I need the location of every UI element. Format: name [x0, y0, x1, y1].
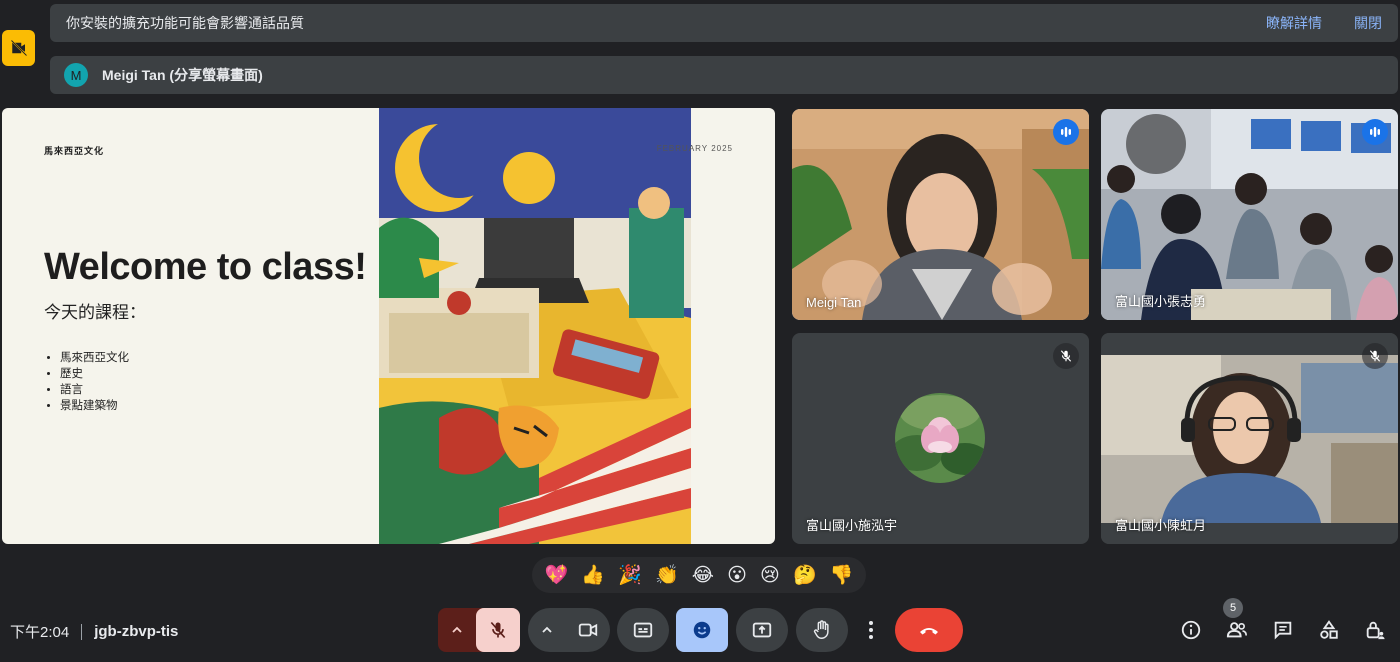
- banner-message: 你安裝的擴充功能可能會影響通話品質: [66, 15, 304, 31]
- host-controls-button[interactable]: [1358, 612, 1392, 648]
- slide-title: Welcome to class!: [44, 246, 367, 288]
- camera-toggle-button[interactable]: [566, 608, 610, 652]
- leave-call-button[interactable]: [895, 608, 963, 652]
- slide-subtitle: 今天的課程：: [44, 303, 146, 322]
- shared-screen: 馬來西亞文化 FEBRUARY 2025 Welcome to class! 今…: [2, 108, 775, 544]
- participant-video: [1101, 109, 1398, 320]
- list-item: 馬來西亞文化: [60, 350, 129, 366]
- participant-count-badge: 5: [1223, 598, 1243, 618]
- lock-person-icon: [1366, 621, 1385, 640]
- reaction-laugh[interactable]: 😂: [692, 564, 714, 587]
- mic-muted-indicator: [1362, 343, 1388, 369]
- reaction-thumbs-down[interactable]: 👎: [830, 563, 854, 587]
- video-camera-icon: [578, 623, 598, 637]
- audio-options-button[interactable]: [438, 608, 476, 652]
- list-item: 景點建築物: [60, 398, 129, 414]
- chevron-up-icon: [452, 626, 462, 633]
- chevron-up-icon: [542, 626, 552, 633]
- current-time: 下午2:04: [10, 624, 70, 641]
- participant-tile[interactable]: 富山國小陳虹月: [1101, 333, 1398, 544]
- list-item: 語言: [60, 382, 129, 398]
- reaction-thinking[interactable]: 🤔: [793, 563, 817, 587]
- present-screen-button[interactable]: [736, 608, 788, 652]
- presenter-label: Meigi Tan (分享螢幕畫面): [102, 67, 263, 83]
- camera-control: [528, 608, 610, 652]
- participant-tile[interactable]: 富山國小張志勇: [1101, 109, 1398, 320]
- raise-hand-button[interactable]: [796, 608, 848, 652]
- divider: [81, 623, 83, 640]
- mic-toggle-button[interactable]: [476, 608, 520, 652]
- participant-name: 富山國小陳虹月: [1115, 518, 1207, 533]
- reaction-heart[interactable]: 💖: [545, 563, 569, 587]
- presenter-avatar: M: [64, 63, 88, 87]
- speaking-indicator: [1053, 119, 1079, 145]
- meeting-details-button[interactable]: [1174, 612, 1208, 648]
- reactions-bar: 💖 👍 🎉 👏 😂 😮 😢 🤔 👎: [532, 557, 866, 593]
- meeting-code: jgb-zbvp-tis: [94, 623, 179, 640]
- info-icon: [1181, 620, 1201, 640]
- participant-video: [792, 109, 1089, 320]
- activities-button[interactable]: [1312, 612, 1346, 648]
- slide-date: FEBRUARY 2025: [656, 144, 733, 153]
- participant-name: 富山國小張志勇: [1115, 294, 1207, 309]
- audio-bars-icon: [1061, 127, 1071, 137]
- people-icon: [1226, 622, 1247, 638]
- participant-video: [1101, 333, 1398, 544]
- learn-more-link[interactable]: 瞭解詳情: [1266, 13, 1322, 33]
- mic-off-icon: [1060, 350, 1072, 362]
- close-banner-button[interactable]: 關閉: [1354, 13, 1382, 33]
- camera-off-badge[interactable]: [2, 30, 35, 66]
- mic-muted-indicator: [1053, 343, 1079, 369]
- chat-button[interactable]: [1266, 612, 1300, 648]
- send-reaction-button[interactable]: [676, 608, 728, 652]
- more-vert-icon: [869, 621, 873, 639]
- meeting-info: 下午2:04 jgb-zbvp-tis: [10, 621, 178, 642]
- slide-topic: 馬來西亞文化: [44, 146, 105, 156]
- reaction-surprised[interactable]: 😮: [727, 564, 747, 587]
- participant-name: 富山國小施泓宇: [806, 518, 898, 533]
- more-options-button[interactable]: [856, 608, 886, 652]
- reaction-party[interactable]: 🎉: [618, 563, 642, 587]
- presenter-bar: M Meigi Tan (分享螢幕畫面): [50, 56, 1398, 94]
- no-video-icon: [10, 39, 27, 57]
- closed-caption-icon: [633, 622, 653, 638]
- present-to-all-icon: [752, 622, 772, 638]
- mic-off-icon: [490, 621, 506, 639]
- speaking-indicator: [1362, 119, 1388, 145]
- call-end-icon: [920, 628, 938, 635]
- participant-tile[interactable]: 富山國小施泓宇: [792, 333, 1089, 544]
- slide-topic-list: 馬來西亞文化 歷史 語言 景點建築物: [60, 350, 129, 414]
- reaction-sad[interactable]: 😢: [760, 564, 780, 587]
- mic-off-icon: [1369, 350, 1381, 362]
- hand-icon: [813, 620, 829, 639]
- audio-bars-icon: [1370, 127, 1380, 137]
- reaction-thumbs-up[interactable]: 👍: [581, 563, 605, 587]
- participant-tile[interactable]: Meigi Tan: [792, 109, 1089, 320]
- microphone-control: [438, 608, 520, 652]
- chat-icon: [1274, 621, 1292, 640]
- activities-shapes-icon: [1320, 620, 1338, 639]
- captions-button[interactable]: [617, 608, 669, 652]
- malaysia-illustration: [379, 108, 691, 544]
- emoji-icon: [693, 621, 711, 639]
- list-item: 歷史: [60, 366, 129, 382]
- call-side-controls: 5: [1174, 598, 1392, 648]
- participant-name: Meigi Tan: [806, 295, 862, 310]
- reaction-clap[interactable]: 👏: [655, 563, 679, 587]
- extension-warning-banner: 你安裝的擴充功能可能會影響通話品質 瞭解詳情 關閉: [50, 4, 1398, 42]
- video-options-button[interactable]: [528, 608, 566, 652]
- participant-avatar: [895, 393, 985, 483]
- people-button[interactable]: 5: [1220, 598, 1254, 648]
